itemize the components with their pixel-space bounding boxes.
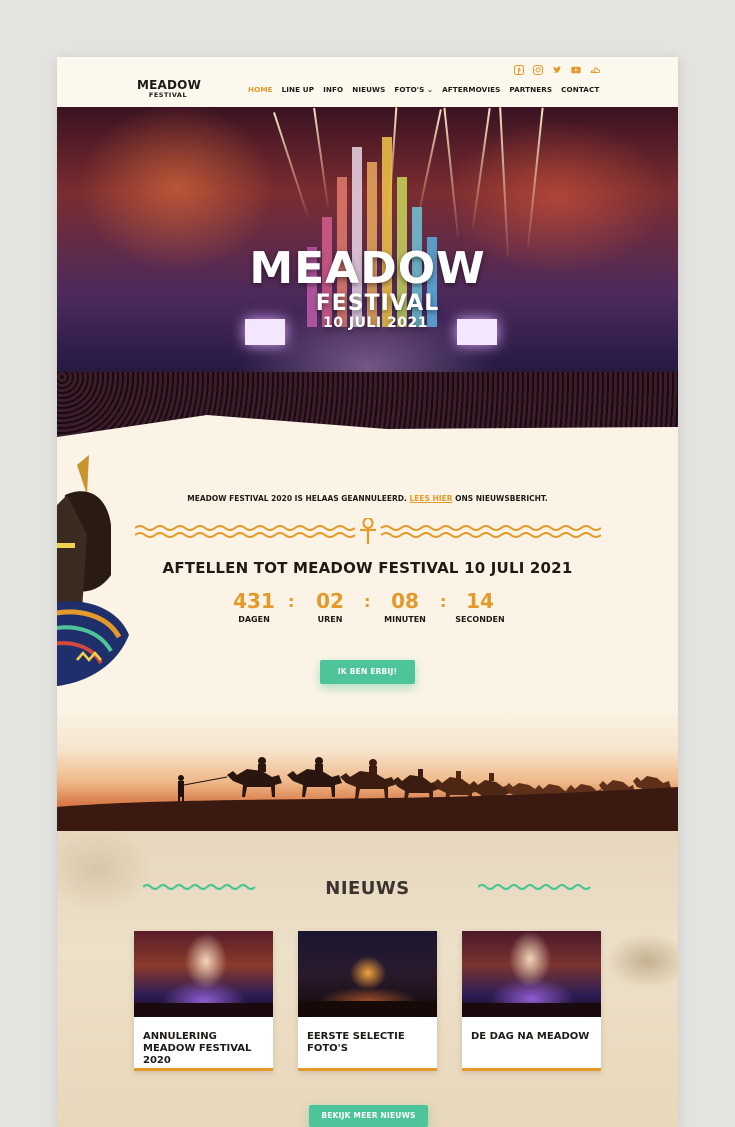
social-links (514, 60, 601, 75)
logo-wordmark: MEADOW (137, 78, 202, 92)
news-section: NIEUWS ANNULERING MEADOW FESTIVAL 2020 E… (57, 831, 678, 1127)
page: MEADOW FESTIVAL HOME LINE UP INFO NIEUWS… (57, 57, 678, 1127)
hero-date: 10 JULI 2021 (323, 315, 428, 331)
countdown-minutes-value: 08 (391, 589, 419, 613)
countdown-title: AFTELLEN TOT MEADOW FESTIVAL 10 JULI 202… (162, 559, 573, 577)
soundcloud-icon[interactable] (590, 60, 601, 73)
nav-item-partners[interactable]: PARTNERS (509, 85, 552, 94)
countdown-separator: : (288, 592, 295, 611)
nav-item-contact[interactable]: CONTACT (561, 85, 599, 94)
news-card-title: DE DAG NA MEADOW (471, 1031, 590, 1042)
countdown-days-value: 431 (233, 589, 275, 613)
desert-dune (57, 787, 678, 831)
news-card-image (134, 931, 273, 1017)
nav-item-aftermovies[interactable]: AFTERMOVIES (442, 85, 500, 94)
hero-edge-shape (57, 415, 678, 469)
nav-item-nieuws[interactable]: NIEUWS (352, 85, 385, 94)
ankh-icon (360, 518, 376, 544)
main-nav: HOME LINE UP INFO NIEUWS FOTO'S ⌄ AFTERM… (248, 85, 599, 94)
youtube-icon[interactable] (571, 60, 581, 74)
countdown-hours-value: 02 (316, 589, 344, 613)
hero-subtitle: FESTIVAL (315, 291, 440, 316)
ankh-divider (135, 518, 601, 544)
instagram-icon[interactable] (533, 60, 543, 75)
nav-item-line-up[interactable]: LINE UP (282, 85, 315, 94)
logo-subtext: FESTIVAL (148, 91, 188, 99)
nav-item-home[interactable]: HOME (248, 85, 273, 94)
news-card-title: EERSTE SELECTIE FOTO'S (307, 1031, 405, 1054)
facebook-icon[interactable] (514, 60, 524, 75)
site-logo[interactable]: MEADOW FESTIVAL (137, 78, 202, 99)
countdown-seconds-value: 14 (466, 589, 494, 613)
twitter-icon[interactable] (552, 60, 562, 73)
countdown-timer: 431 DAGEN : 02 UREN : 08 MINUTEN : 14 SE… (57, 589, 678, 629)
nav-item-fotos[interactable]: FOTO'S ⌄ (394, 85, 433, 94)
cancellation-notice: MEADOW FESTIVAL 2020 IS HELAAS GEANNULEE… (57, 494, 678, 503)
hero-title: MEADOW (249, 243, 486, 294)
news-card[interactable]: ANNULERING MEADOW FESTIVAL 2020 (134, 931, 273, 1071)
countdown-separator: : (440, 592, 447, 611)
countdown-hours-label: UREN (317, 615, 343, 624)
attend-button[interactable]: IK BEN ERBIJ! (320, 660, 415, 684)
hero-banner: MEADOW FESTIVAL 10 JULI 2021 (57, 107, 678, 447)
nav-item-info[interactable]: INFO (323, 85, 343, 94)
countdown-seconds-label: SECONDEN (455, 615, 505, 624)
news-card[interactable]: DE DAG NA MEADOW (462, 931, 601, 1071)
site-header: MEADOW FESTIVAL HOME LINE UP INFO NIEUWS… (57, 57, 678, 107)
notice-text: MEADOW FESTIVAL 2020 IS HELAAS GEANNULEE… (187, 494, 410, 503)
countdown-minutes-label: MINUTEN (384, 615, 426, 624)
news-card-title: ANNULERING MEADOW FESTIVAL 2020 (143, 1031, 252, 1066)
notice-link[interactable]: LEES HIER (409, 494, 452, 503)
news-card[interactable]: EERSTE SELECTIE FOTO'S (298, 931, 437, 1071)
countdown-days-label: DAGEN (238, 615, 270, 624)
wave-decoration (478, 883, 591, 891)
news-card-image (462, 931, 601, 1017)
countdown-separator: : (364, 592, 371, 611)
more-news-button[interactable]: BEKIJK MEER NIEUWS (309, 1105, 428, 1127)
news-card-image (298, 931, 437, 1017)
notice-text-end: ONS NIEUWSBERICHT. (452, 494, 548, 503)
